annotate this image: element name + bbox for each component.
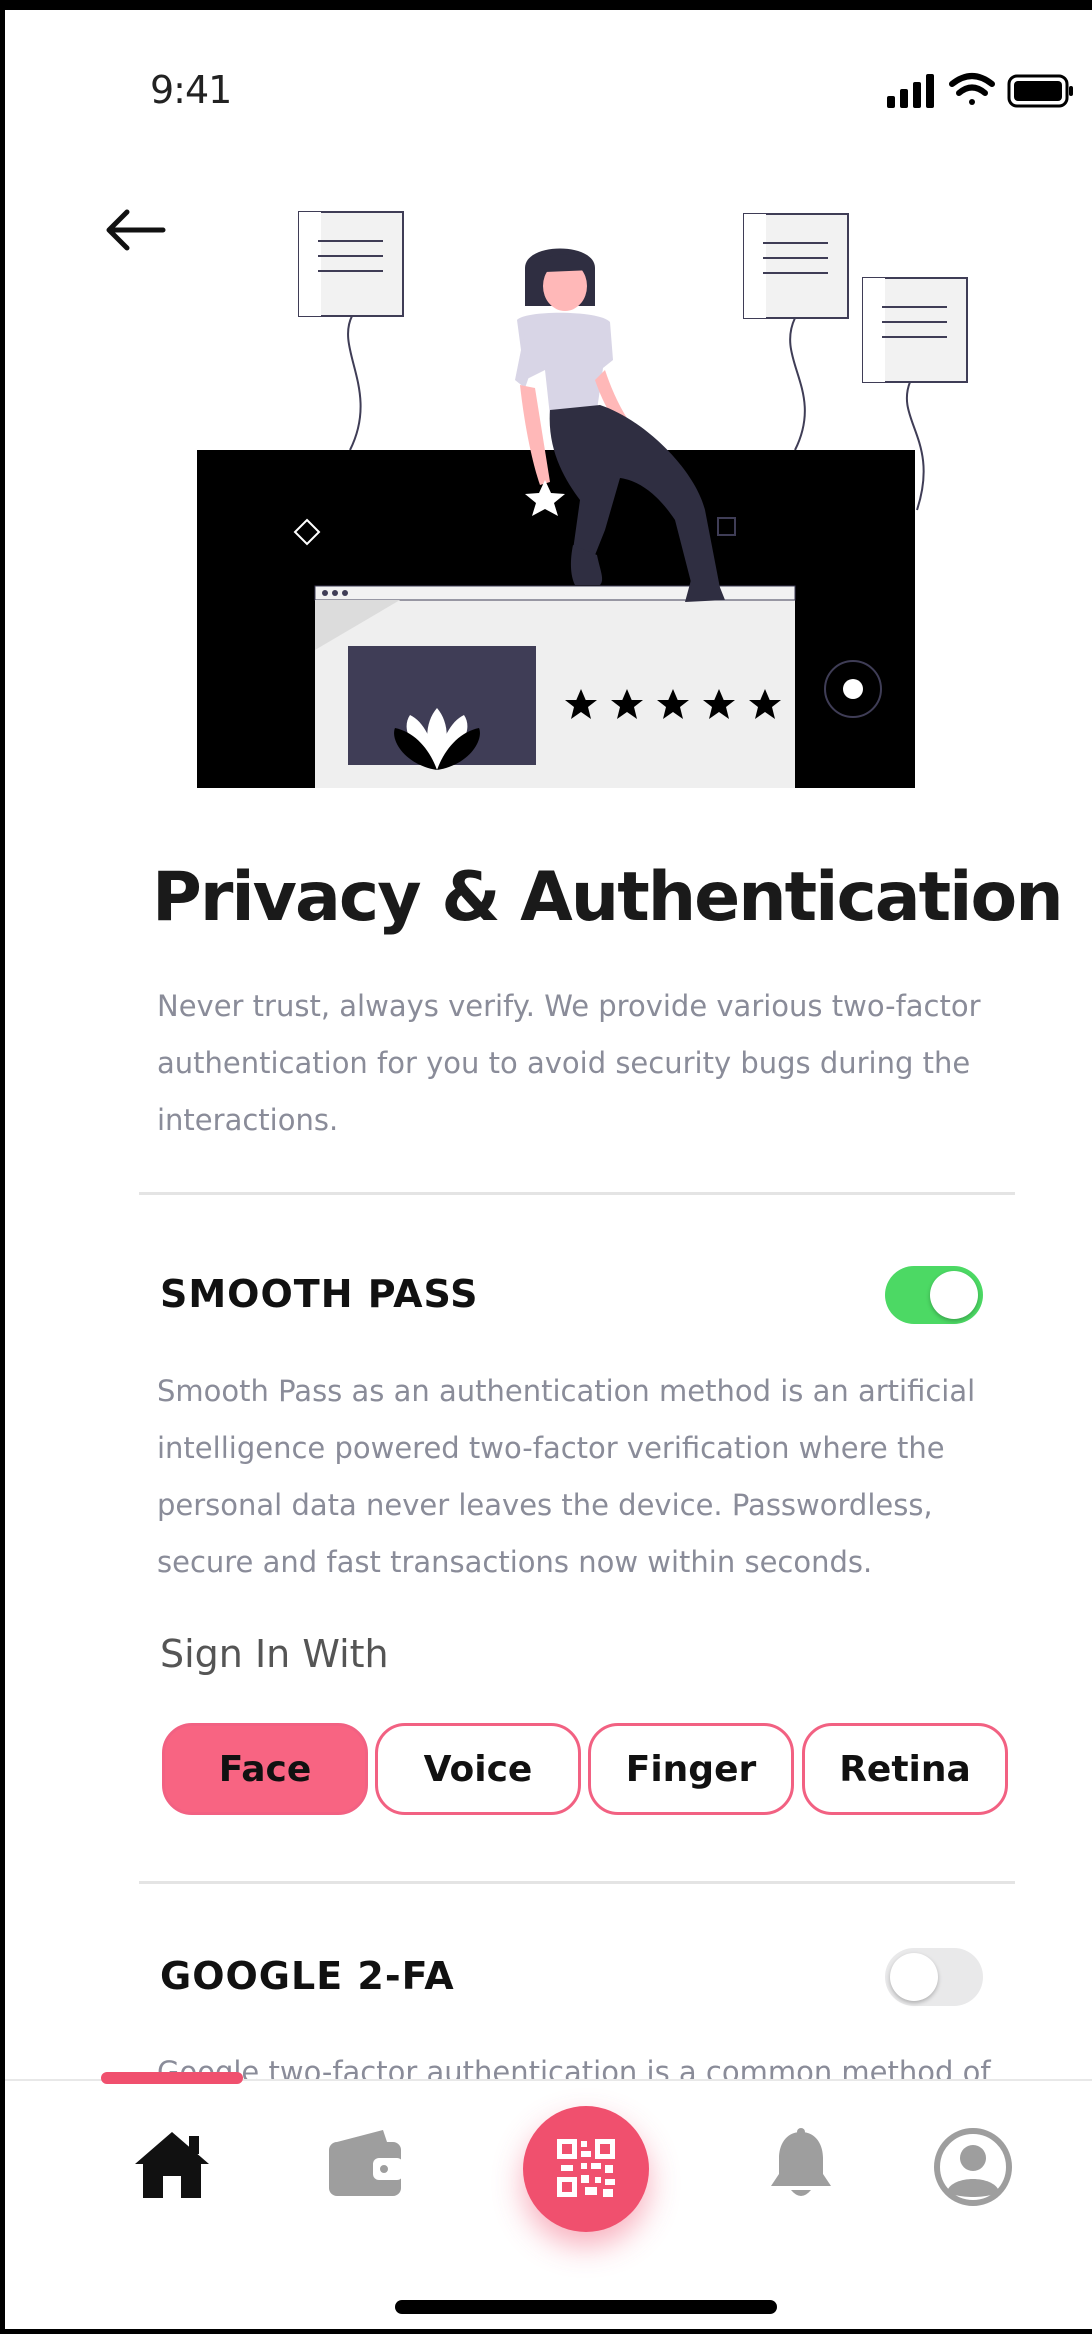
cellular-signal-icon bbox=[887, 74, 934, 108]
active-tab-indicator bbox=[101, 2072, 243, 2084]
wifi-icon bbox=[949, 73, 995, 105]
toggle-knob bbox=[930, 1271, 978, 1319]
method-voice-button[interactable]: Voice bbox=[375, 1723, 581, 1815]
page-title: Privacy & Authentication bbox=[152, 858, 1064, 937]
profile-icon[interactable] bbox=[933, 2127, 1013, 2207]
method-retina-button[interactable]: Retina bbox=[802, 1723, 1008, 1815]
home-indicator bbox=[395, 2300, 777, 2314]
divider bbox=[139, 1881, 1015, 1884]
document-icon bbox=[743, 213, 849, 451]
wallet-icon[interactable] bbox=[327, 2128, 403, 2198]
smooth-pass-description: Smooth Pass as an authentication method … bbox=[157, 1374, 976, 1579]
status-time: 9:41 bbox=[150, 68, 232, 112]
toggle-knob bbox=[890, 1953, 938, 2001]
document-icon bbox=[298, 211, 404, 451]
divider bbox=[139, 1192, 1015, 1195]
method-face-button[interactable]: Face bbox=[162, 1723, 368, 1815]
home-icon[interactable] bbox=[133, 2128, 211, 2200]
bell-icon[interactable] bbox=[769, 2128, 833, 2202]
google-2fa-toggle[interactable] bbox=[885, 1948, 983, 2006]
smooth-pass-toggle[interactable] bbox=[885, 1266, 983, 1324]
security-illustration bbox=[197, 211, 968, 788]
phone-frame: 9:41 Privacy & Authentication Never trus… bbox=[0, 0, 1092, 2334]
google-2fa-title: GOOGLE 2-FA bbox=[160, 1954, 455, 1998]
intro-text: Never trust, always verify. We provide v… bbox=[157, 989, 981, 1137]
qr-code-icon bbox=[557, 2139, 615, 2197]
battery-icon bbox=[1007, 74, 1073, 108]
sign-in-with-label: Sign In With bbox=[160, 1632, 389, 1676]
status-icons bbox=[887, 73, 1073, 108]
smooth-pass-title: SMOOTH PASS bbox=[160, 1272, 479, 1316]
method-finger-button[interactable]: Finger bbox=[588, 1723, 794, 1815]
